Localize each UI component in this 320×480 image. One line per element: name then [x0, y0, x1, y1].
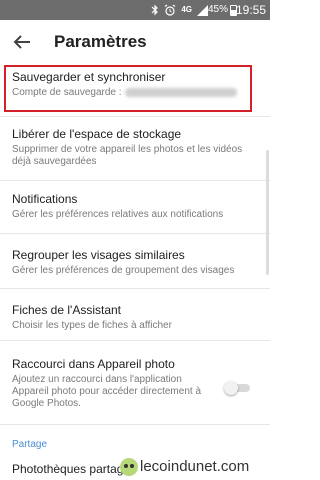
network-4g-icon: 4G	[181, 5, 192, 14]
camera-shortcut-toggle[interactable]	[224, 381, 250, 395]
divider	[0, 116, 270, 117]
divider	[0, 424, 270, 425]
setting-subtitle: Gérer les préférences de groupement des …	[12, 265, 235, 276]
battery-percent: 45%	[207, 4, 228, 15]
watermark-logo-icon	[120, 458, 138, 476]
setting-title: Raccourci dans Appareil photo	[12, 357, 175, 371]
toolbar: Paramètres	[0, 20, 270, 64]
setting-subtitle: Choisir les types de fiches à afficher	[12, 320, 172, 331]
bluetooth-icon	[151, 4, 159, 16]
page-title: Paramètres	[54, 32, 147, 51]
setting-subtitle: Supprimer de votre appareil les photos e…	[12, 144, 243, 167]
watermark-text: lecoindunet.com	[140, 458, 250, 475]
setting-notifications[interactable]: Notifications Gérer les préférences rela…	[0, 192, 270, 221]
highlight-box	[4, 65, 252, 112]
divider	[0, 340, 270, 341]
setting-subtitle: Gérer les préférences relatives aux noti…	[12, 209, 224, 220]
status-time: 19:55	[235, 3, 266, 17]
setting-subtitle: Ajoutez un raccourci dans l'application …	[12, 374, 202, 409]
status-bar: 4G 45% 19:55	[0, 0, 270, 20]
divider	[0, 233, 270, 234]
setting-assistant-cards[interactable]: Fiches de l'Assistant Choisir les types …	[0, 303, 270, 332]
setting-title: Libérer de l'espace de stockage	[12, 127, 182, 141]
setting-title: Notifications	[12, 192, 78, 206]
setting-group-faces[interactable]: Regrouper les visages similaires Gérer l…	[0, 248, 270, 277]
watermark: lecoindunet.com	[120, 458, 249, 476]
divider	[0, 180, 270, 181]
section-header-sharing: Partage	[12, 439, 48, 450]
signal-icon	[197, 4, 208, 16]
back-arrow-icon[interactable]	[10, 30, 34, 54]
setting-title: Fiches de l'Assistant	[12, 303, 122, 317]
alarm-icon	[164, 4, 176, 16]
divider	[0, 288, 270, 289]
scrollbar[interactable]	[266, 150, 269, 275]
setting-title: Regrouper les visages similaires	[12, 248, 185, 262]
setting-free-storage[interactable]: Libérer de l'espace de stockage Supprime…	[0, 127, 270, 168]
